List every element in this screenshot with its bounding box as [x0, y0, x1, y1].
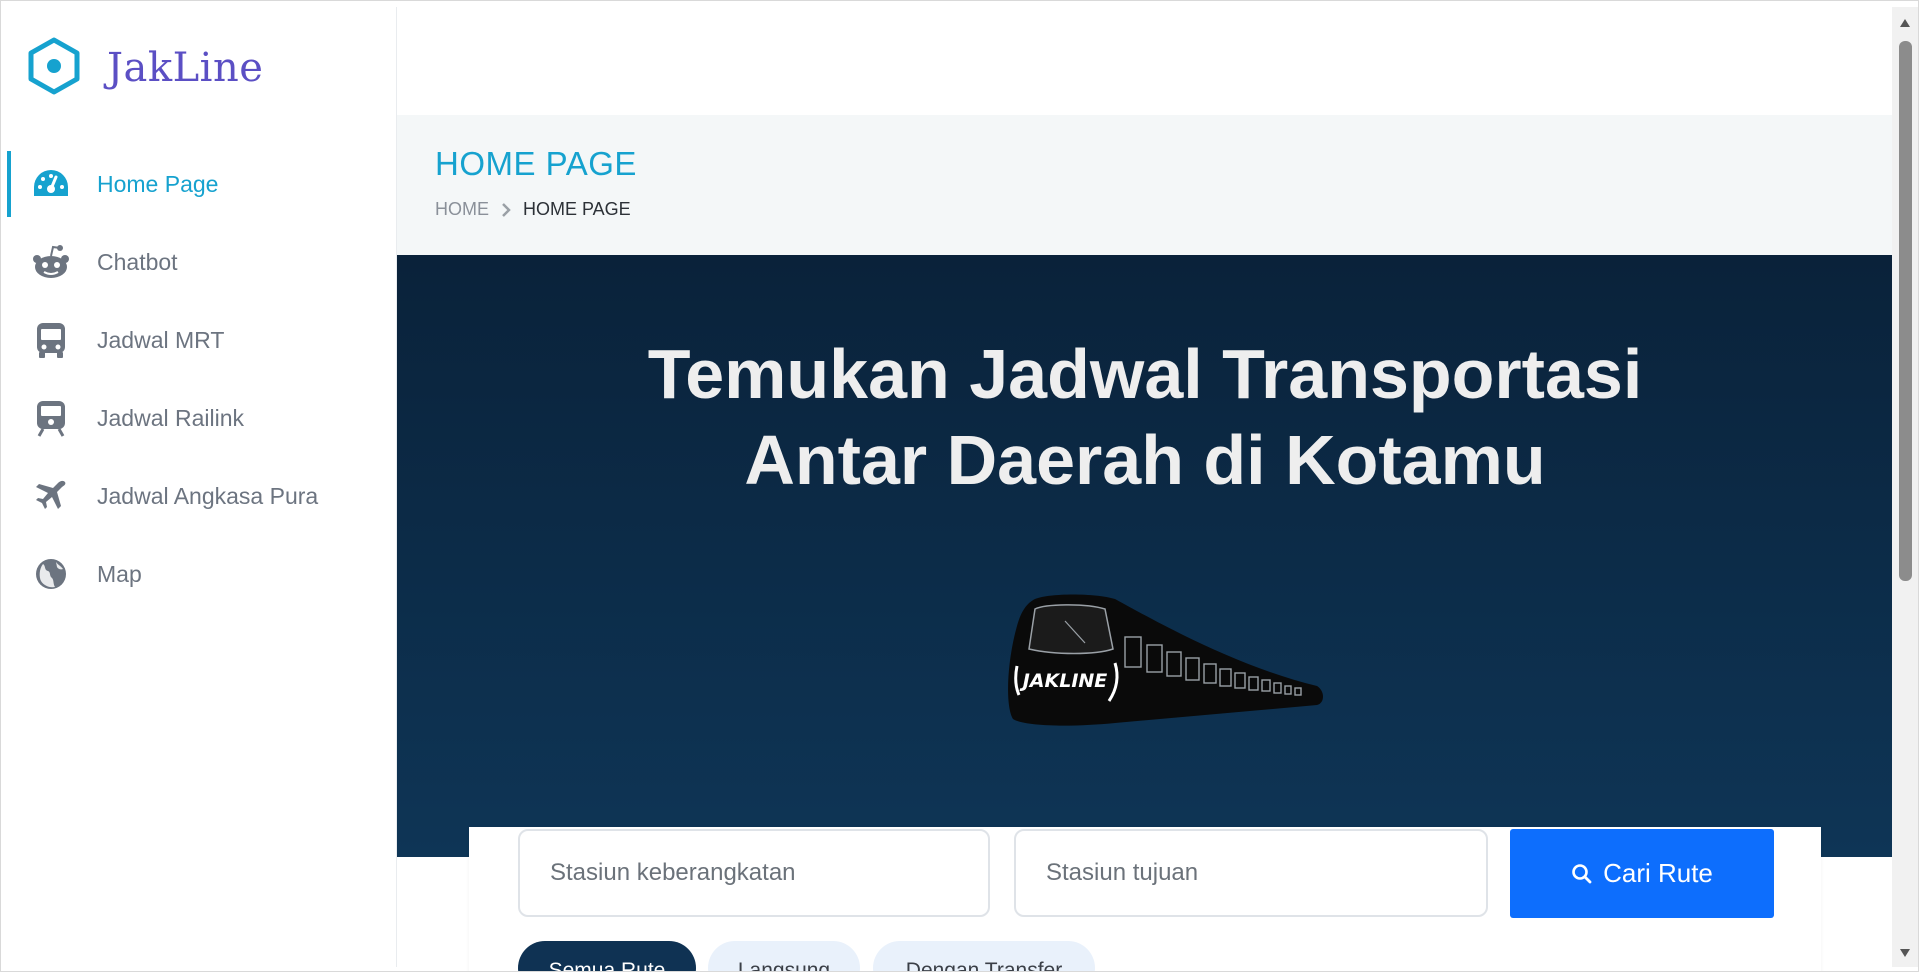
breadcrumb-home-link[interactable]: HOME: [435, 199, 489, 220]
hero-banner: Temukan Jadwal Transportasi Antar Daerah…: [397, 255, 1893, 857]
filter-chip-with-transfer[interactable]: Dengan Transfer: [873, 941, 1095, 971]
sidebar-item-label: Map: [97, 560, 142, 587]
sidebar-item-home-page[interactable]: Home Page: [7, 145, 396, 223]
plane-icon: [31, 476, 71, 516]
hero-headline: Temukan Jadwal Transportasi Antar Daerah…: [397, 331, 1893, 503]
filter-chip-all-routes[interactable]: Semua Rute: [518, 941, 696, 971]
app-window: JakLine Home Page Chatbot Jadwal MRT Jad…: [0, 0, 1919, 972]
vertical-scrollbar[interactable]: [1892, 7, 1918, 967]
hexagon-logo-icon: [27, 37, 81, 100]
train-icon: [31, 398, 71, 438]
page-header: HOME PAGE HOME HOME PAGE: [397, 115, 1893, 255]
sidebar-item-label: Jadwal Railink: [97, 404, 245, 431]
destination-station-input[interactable]: [1014, 829, 1488, 917]
scroll-down-arrow-icon[interactable]: [1900, 949, 1910, 957]
app-logo[interactable]: JakLine: [27, 33, 263, 103]
sidebar-item-jadwal-angkasa-pura[interactable]: Jadwal Angkasa Pura: [7, 457, 396, 535]
sidebar: JakLine Home Page Chatbot Jadwal MRT Jad…: [7, 7, 397, 967]
train-logo-text: JAKLINE: [1019, 670, 1108, 692]
sidebar-item-map[interactable]: Map: [7, 535, 396, 613]
reddit-bot-icon: [31, 242, 71, 282]
globe-icon: [31, 554, 71, 594]
breadcrumb-current: HOME PAGE: [523, 199, 631, 219]
app-name: JakLine: [107, 45, 264, 91]
top-bar: [397, 7, 1893, 115]
sidebar-item-label: Chatbot: [97, 248, 178, 275]
chevron-right-icon: [501, 202, 511, 217]
sidebar-nav: Home Page Chatbot Jadwal MRT Jadwal Rail…: [7, 145, 396, 613]
sidebar-item-jadwal-mrt[interactable]: Jadwal MRT: [7, 301, 396, 379]
search-route-button-label: Cari Rute: [1603, 858, 1713, 888]
sidebar-item-jadwal-railink[interactable]: Jadwal Railink: [7, 379, 396, 457]
dashboard-gauge-icon: [31, 164, 71, 204]
departure-station-input[interactable]: [518, 829, 990, 917]
search-route-button[interactable]: Cari Rute: [1510, 829, 1774, 918]
sidebar-item-label: Home Page: [97, 170, 219, 197]
filter-chip-direct[interactable]: Langsung: [708, 941, 860, 971]
hero-headline-line2: Antar Daerah di Kotamu: [744, 421, 1546, 499]
main-content: HOME PAGE HOME HOME PAGE Temukan Jadwal …: [397, 7, 1893, 971]
search-icon: [1571, 863, 1593, 885]
sidebar-item-label: Jadwal MRT: [97, 326, 225, 353]
train-illustration: JAKLINE: [1005, 591, 1327, 729]
hero-headline-line1: Temukan Jadwal Transportasi: [647, 335, 1643, 413]
scrollbar-thumb[interactable]: [1899, 41, 1912, 581]
scroll-up-arrow-icon[interactable]: [1900, 19, 1910, 27]
bus-icon: [31, 320, 71, 360]
breadcrumb: HOME HOME PAGE: [435, 199, 631, 220]
page-title: HOME PAGE: [435, 145, 637, 182]
sidebar-item-label: Jadwal Angkasa Pura: [97, 482, 319, 509]
sidebar-item-chatbot[interactable]: Chatbot: [7, 223, 396, 301]
